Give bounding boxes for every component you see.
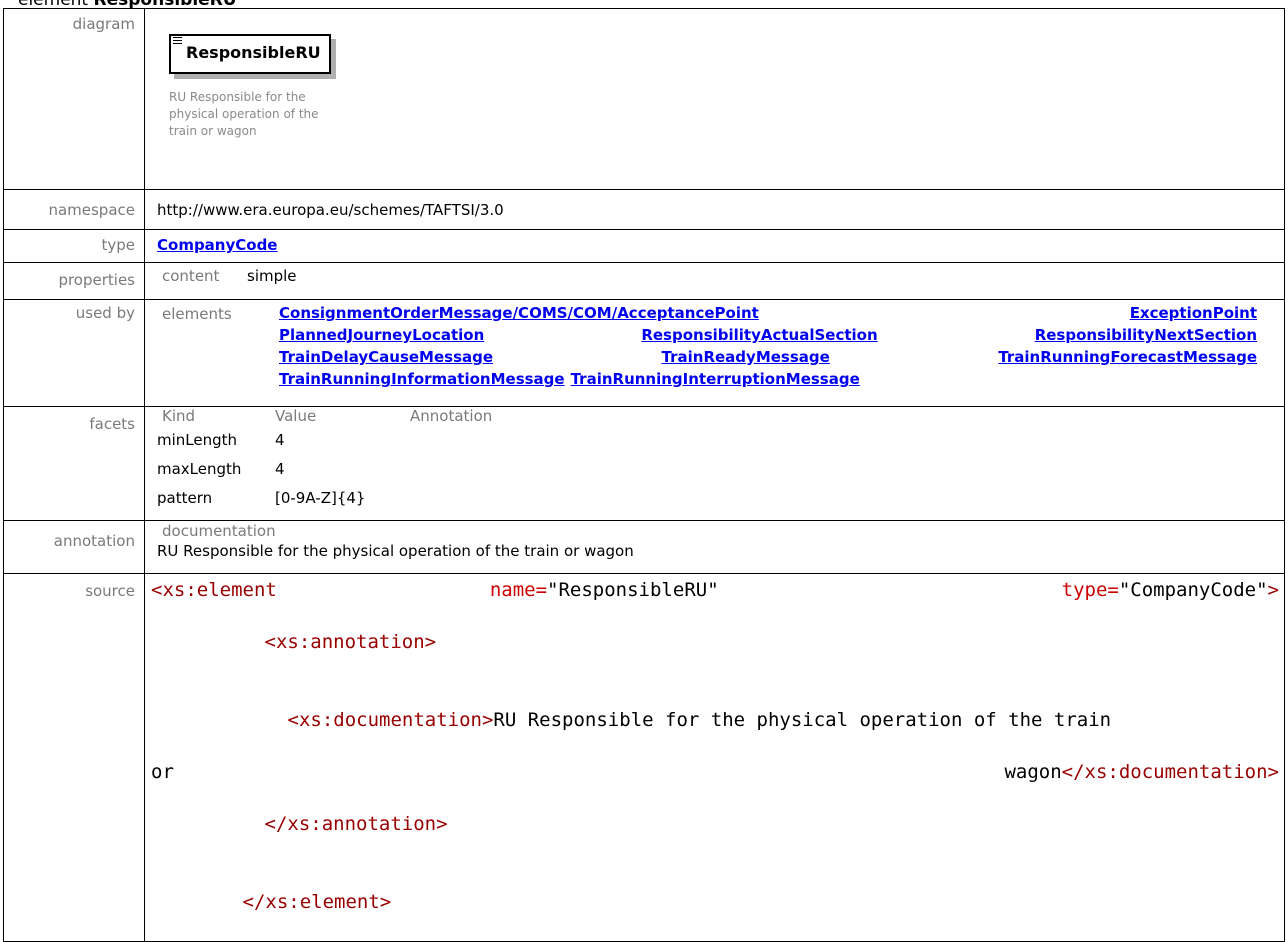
used-by-label: used by: [3, 299, 145, 407]
type-row: type CompanyCode: [3, 229, 1285, 263]
used-by-link[interactable]: TrainRunningForecastMessage: [998, 348, 1257, 366]
facets-header-value: Value: [275, 407, 317, 425]
source-line: <xs:documentation>RU Responsible for the…: [287, 709, 1112, 731]
used-by-link[interactable]: PlannedJourneyLocation: [279, 326, 484, 344]
properties-label: properties: [3, 262, 145, 300]
used-by-link[interactable]: TrainRunningInformationMessage: [279, 370, 565, 388]
diagram-documentation: RU Responsible for the physical operatio…: [169, 90, 319, 138]
source-line: </xs:annotation>: [264, 813, 448, 835]
facets-label: facets: [3, 406, 145, 521]
facet-value: 4: [275, 460, 285, 478]
facets-header-kind: Kind: [162, 407, 196, 425]
source-code: <xs:element name= "ResponsibleRU" type= "C…: [144, 573, 1285, 942]
element-doc-table: diagram ResponsibleRU RU Responsible for…: [3, 8, 1285, 942]
used-by-link[interactable]: ResponsibilityActualSection: [641, 326, 877, 344]
source-line: or wagon </xs:documentation>: [151, 761, 1279, 783]
diagram-label: diagram: [3, 8, 145, 190]
annotation-text: RU Responsible for the physical operatio…: [157, 542, 634, 560]
annotation-row: annotation documentation RU Responsible …: [3, 520, 1285, 574]
properties-value: simple: [247, 267, 297, 285]
documentation-icon: [173, 37, 182, 44]
diagram-element-box[interactable]: ResponsibleRU: [169, 34, 331, 74]
annotation-key: documentation: [162, 522, 276, 540]
facet-row: minLength 4: [157, 431, 1284, 449]
facets-header-annotation: Annotation: [410, 407, 493, 425]
facet-kind: pattern: [157, 489, 213, 507]
used-by-row: used by elements ConsignmentOrderMessage…: [3, 299, 1285, 407]
source-label: source: [3, 573, 145, 942]
namespace-label: namespace: [3, 189, 145, 230]
type-link[interactable]: CompanyCode: [157, 236, 277, 254]
diagram-row: diagram ResponsibleRU RU Responsible for…: [3, 8, 1285, 190]
used-by-link[interactable]: TrainRunningInterruptionMessage: [571, 370, 860, 388]
used-by-key: elements: [162, 305, 232, 323]
source-line: <xs:annotation>: [264, 631, 437, 653]
used-by-link[interactable]: ExceptionPoint: [1130, 304, 1257, 322]
source-line: </xs:element>: [242, 891, 392, 913]
source-row: source <xs:element name= "ResponsibleRU" …: [3, 573, 1285, 942]
diagram-cell: ResponsibleRU RU Responsible for the phy…: [144, 8, 1285, 190]
facets-row: facets Kind Value Annotation minLength 4…: [3, 406, 1285, 521]
used-by-link[interactable]: TrainReadyMessage: [662, 348, 830, 366]
facet-row: maxLength 4: [157, 460, 1284, 478]
source-line: <xs:element name= "ResponsibleRU" type= "C…: [151, 579, 1279, 601]
facet-kind: maxLength: [157, 460, 242, 478]
diagram-element-name: ResponsibleRU: [186, 43, 321, 62]
properties-key: content: [162, 267, 220, 285]
namespace-row: namespace http://www.era.europa.eu/schem…: [3, 189, 1285, 230]
facet-value: [0-9A-Z]{4}: [275, 489, 366, 507]
used-by-links: ConsignmentOrderMessage/COMS/COM/Accepta…: [279, 304, 1257, 388]
type-label: type: [3, 229, 145, 263]
namespace-value: http://www.era.europa.eu/schemes/TAFTSI/…: [144, 189, 1285, 230]
used-by-link[interactable]: ResponsibilityNextSection: [1035, 326, 1257, 344]
facet-row: pattern [0-9A-Z]{4}: [157, 489, 1284, 507]
used-by-link[interactable]: TrainDelayCauseMessage: [279, 348, 493, 366]
annotation-label: annotation: [3, 520, 145, 574]
properties-row: properties content simple: [3, 262, 1285, 300]
facets-header: Kind Value Annotation: [162, 407, 1284, 425]
facet-kind: minLength: [157, 431, 238, 449]
facet-value: 4: [275, 431, 285, 449]
used-by-link[interactable]: ConsignmentOrderMessage/COMS/COM/Accepta…: [279, 304, 759, 322]
